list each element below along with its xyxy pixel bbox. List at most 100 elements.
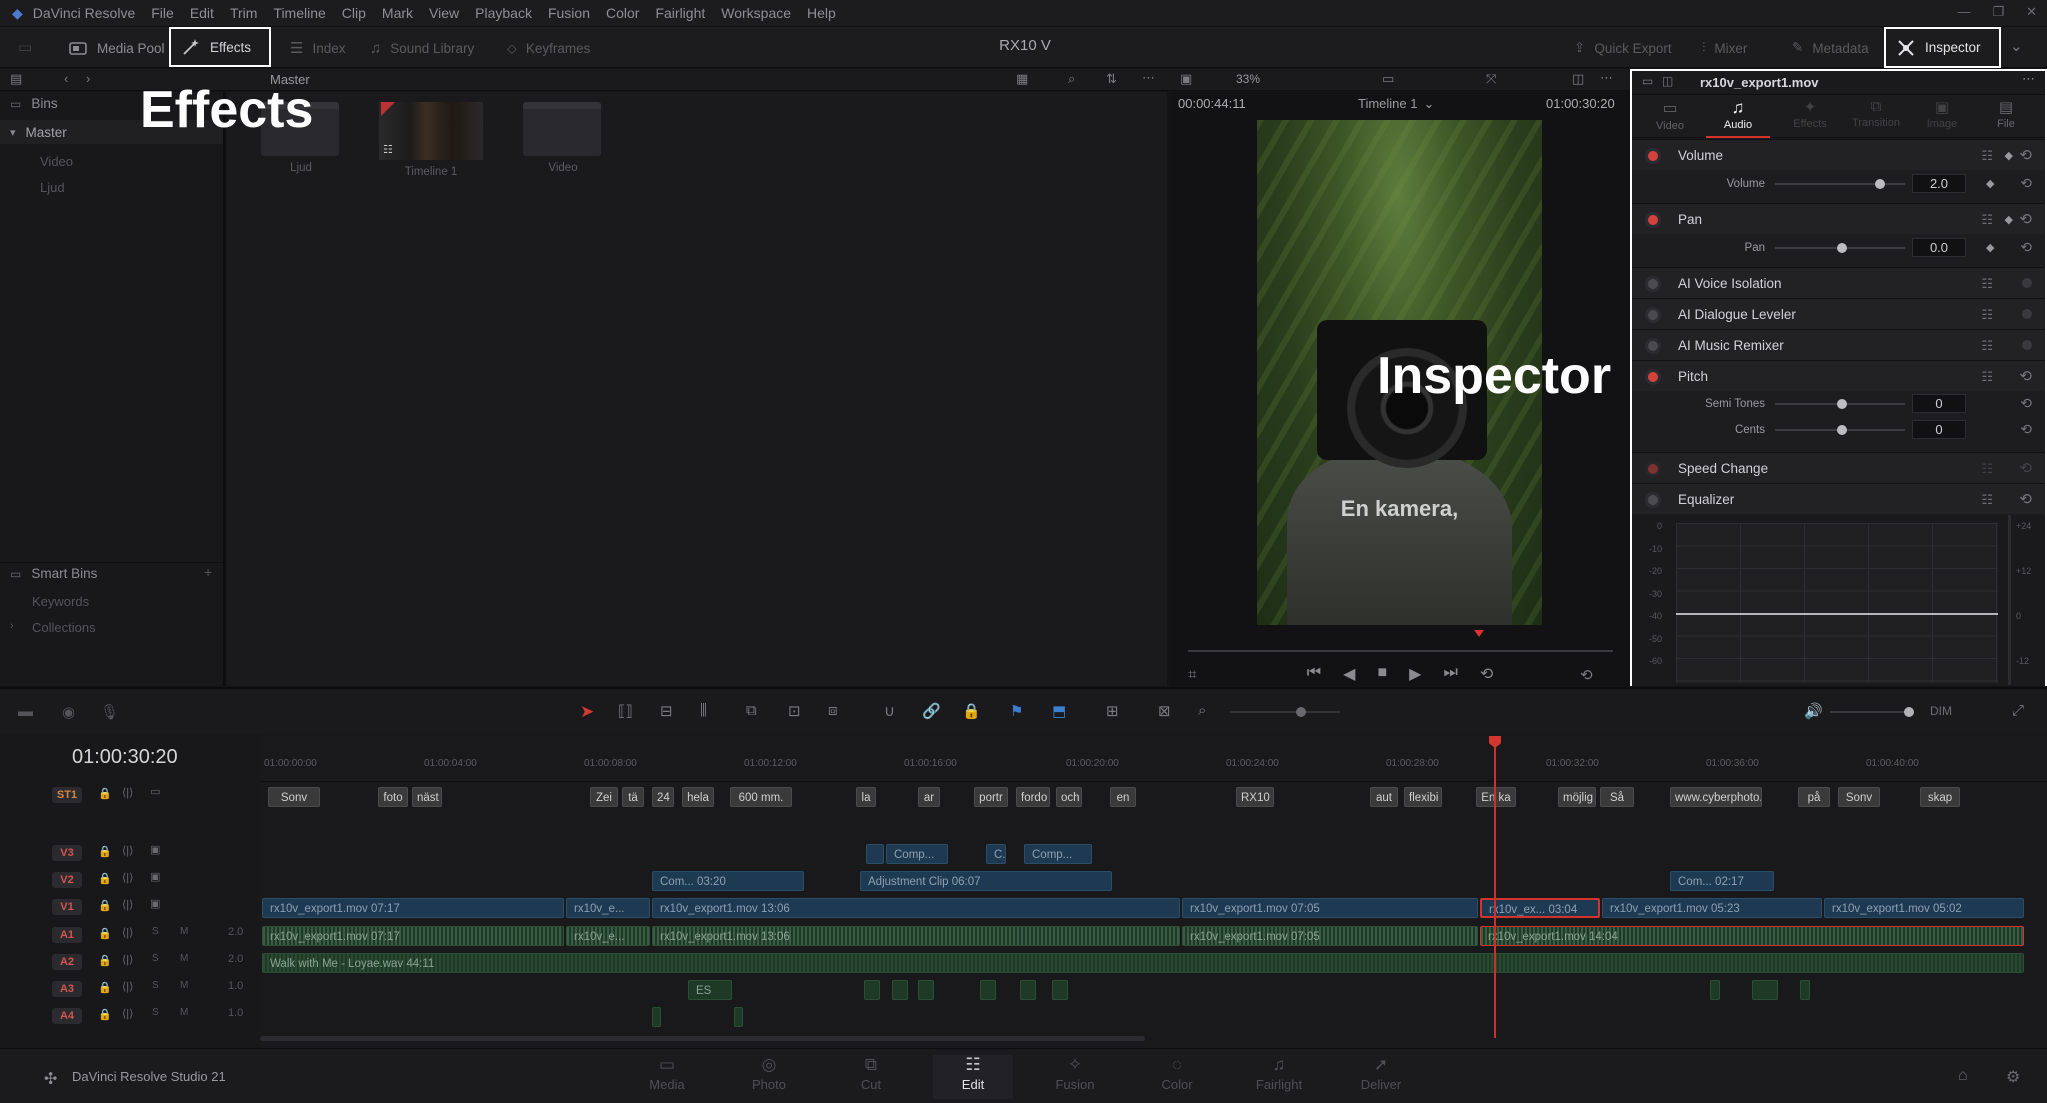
enable-toggle[interactable] bbox=[1648, 464, 1658, 474]
chevron-right-icon[interactable]: › bbox=[10, 620, 14, 632]
tab-effects[interactable]: ✦ Effects bbox=[1782, 98, 1838, 130]
keyframe-diamond-icon[interactable]: ◆ bbox=[1986, 177, 1994, 190]
tune-icon[interactable]: ☷ bbox=[1981, 148, 1993, 164]
zoom-full-icon[interactable]: ⊞ bbox=[1106, 702, 1119, 720]
sort-icon[interactable]: ⇅ bbox=[1106, 71, 1117, 87]
semitones-value[interactable]: 0 bbox=[1912, 394, 1966, 413]
subtitle-clip[interactable]: RX10 bbox=[1236, 787, 1274, 807]
compound-clip[interactable] bbox=[866, 844, 884, 864]
sfx-clip[interactable]: ES bbox=[688, 980, 732, 1000]
auto-select-icon[interactable]: ⟨|⟩ bbox=[122, 980, 133, 993]
tab-file[interactable]: ▤ File bbox=[1982, 98, 2030, 130]
sfx-clip[interactable] bbox=[1752, 980, 1778, 1000]
volume-slider[interactable] bbox=[1775, 179, 1905, 189]
audio-clip[interactable]: rx10v_export1.mov 07:05 bbox=[1182, 926, 1478, 946]
video-track-toggle-icon[interactable]: ▣ bbox=[150, 897, 160, 910]
close-window-icon[interactable]: ✕ bbox=[2026, 4, 2037, 20]
auto-select-icon[interactable]: ⟨|⟩ bbox=[122, 1007, 133, 1020]
loop-icon[interactable]: ⟲ bbox=[1480, 664, 1493, 684]
tune-icon[interactable]: ☷ bbox=[1981, 276, 1993, 292]
subtitle-clip[interactable]: aut bbox=[1370, 787, 1398, 807]
auto-select-icon[interactable]: ⟨|⟩ bbox=[122, 844, 133, 857]
music-clip[interactable]: Walk with Me - Loyae.wav 44:11 bbox=[262, 953, 2024, 973]
keyframes-button[interactable]: ⬦ Keyframes bbox=[495, 31, 602, 65]
page-fairlight[interactable]: ♫ Fairlight bbox=[1239, 1055, 1319, 1099]
sfx-clip[interactable] bbox=[652, 1007, 661, 1027]
lock-icon[interactable]: 🔒 bbox=[98, 845, 112, 858]
subtitle-clip[interactable]: möjlig bbox=[1558, 787, 1596, 807]
section-pitch[interactable]: Pitch ☷ ⟲ bbox=[1632, 360, 2045, 391]
overwrite-clip-icon[interactable]: ⊡ bbox=[788, 702, 801, 720]
tab-video[interactable]: ▭ Video bbox=[1646, 98, 1694, 132]
smart-bin-keywords[interactable]: Keywords bbox=[32, 594, 89, 609]
audio-clip[interactable]: rx10v_export1.mov 07:17 bbox=[262, 926, 564, 946]
fullscreen-icon[interactable]: ⤢ bbox=[2012, 702, 2024, 719]
zoom-level[interactable]: 33% bbox=[1236, 72, 1260, 86]
sfx-clip[interactable] bbox=[980, 980, 996, 1000]
keyframe-diamond-icon[interactable]: ◆ bbox=[2005, 149, 2013, 162]
menu-file[interactable]: File bbox=[151, 5, 174, 21]
trim-tool-icon[interactable]: ⟦⟧ bbox=[618, 702, 633, 720]
lock-icon[interactable]: 🔒 bbox=[962, 702, 981, 720]
sfx-clip[interactable] bbox=[734, 1007, 743, 1027]
subtitle-clip[interactable]: portr bbox=[974, 787, 1008, 807]
compound-clip[interactable]: Com... 02:17 bbox=[1670, 871, 1774, 891]
voiceover-mic-icon[interactable]: 🎙 bbox=[100, 703, 119, 721]
menu-edit[interactable]: Edit bbox=[190, 5, 214, 21]
more-options-icon[interactable]: ⋯ bbox=[1142, 70, 1155, 86]
subtitle-clip[interactable]: och bbox=[1056, 787, 1082, 807]
audio-track-icon[interactable]: ◉ bbox=[62, 703, 75, 721]
page-cut[interactable]: ⧉ Cut bbox=[831, 1055, 911, 1099]
settings-gear-icon[interactable]: ⚙ bbox=[2006, 1067, 2020, 1087]
eq-graph[interactable]: 0 -10 -20 -30 -40 -50 -60 +24 +12 0 -12 bbox=[1632, 515, 2045, 686]
timeline-tracks[interactable]: 01:00:00:00 01:00:04:00 01:00:08:00 01:0… bbox=[260, 734, 2047, 1048]
metadata-button[interactable]: ✎ Metadata bbox=[1780, 31, 1881, 65]
subtitle-clip[interactable]: hela bbox=[682, 787, 714, 807]
compound-clip[interactable]: Com... 03:20 bbox=[652, 871, 804, 891]
selection-tool-icon[interactable]: ➤ bbox=[580, 702, 594, 722]
minimize-window-icon[interactable]: — bbox=[1957, 4, 1970, 20]
timeline-ruler[interactable]: 01:00:00:00 01:00:04:00 01:00:08:00 01:0… bbox=[260, 742, 2047, 782]
mute-button[interactable]: M bbox=[180, 926, 188, 937]
search-icon[interactable]: ⌕ bbox=[1068, 71, 1075, 87]
auto-select-icon[interactable]: ⟨|⟩ bbox=[122, 953, 133, 966]
track-badge[interactable]: A2 bbox=[52, 954, 82, 970]
tune-icon[interactable]: ☷ bbox=[1981, 212, 1993, 228]
tab-image[interactable]: ▣ Image bbox=[1916, 98, 1968, 130]
match-frame-icon[interactable]: ⟲ bbox=[1580, 666, 1593, 684]
reset-icon[interactable]: ⟲ bbox=[2019, 367, 2032, 385]
timeline-playhead[interactable] bbox=[1494, 738, 1496, 1038]
link-icon[interactable]: 🔗 bbox=[922, 702, 941, 720]
menu-clip[interactable]: Clip bbox=[342, 5, 366, 21]
lock-icon[interactable]: 🔒 bbox=[98, 954, 112, 967]
menu-help[interactable]: Help bbox=[807, 5, 836, 21]
timeline-view-options-icon[interactable]: ▬ bbox=[18, 703, 33, 720]
solo-button[interactable]: S bbox=[152, 953, 159, 964]
dynamic-trim-icon[interactable]: ⊟ bbox=[660, 702, 673, 720]
menu-view[interactable]: View bbox=[429, 5, 459, 21]
track-badge[interactable]: V3 bbox=[52, 845, 82, 861]
tab-audio[interactable]: ♫ Audio bbox=[1706, 98, 1770, 138]
section-pan[interactable]: Pan ☷ ◆ ⟲ bbox=[1632, 203, 2045, 234]
grid-view-icon[interactable]: ▦ bbox=[1016, 71, 1028, 87]
media-clip-video[interactable]: Video bbox=[523, 102, 603, 174]
menu-color[interactable]: Color bbox=[606, 5, 639, 21]
keyframe-diamond-icon[interactable]: ◆ bbox=[1986, 241, 1994, 254]
tune-icon[interactable]: ☷ bbox=[1981, 338, 1993, 354]
split-view-icon[interactable]: ◫ bbox=[1662, 74, 1673, 88]
viewer-options-icon[interactable]: ⋯ bbox=[1600, 70, 1613, 86]
maximize-window-icon[interactable]: ❐ bbox=[1992, 4, 2004, 20]
auto-select-icon[interactable]: ⟨|⟩ bbox=[122, 786, 133, 799]
subtitle-clip[interactable]: www.cyberphoto. bbox=[1670, 787, 1762, 807]
transform-icon[interactable]: ⤧ bbox=[1486, 71, 1496, 87]
subtitle-clip[interactable]: fordo bbox=[1016, 787, 1050, 807]
menu-timeline[interactable]: Timeline bbox=[273, 5, 325, 21]
home-icon[interactable]: ⌂ bbox=[1958, 1067, 1968, 1085]
volume-icon[interactable]: 🔊 bbox=[1804, 702, 1823, 720]
auto-select-icon[interactable]: ⟨|⟩ bbox=[122, 871, 133, 884]
viewer-layout-icon[interactable]: ▣ bbox=[1180, 71, 1192, 87]
lock-icon[interactable]: 🔒 bbox=[98, 927, 112, 940]
audio-clip[interactable]: rx10v_e... bbox=[566, 926, 650, 946]
menu-fusion[interactable]: Fusion bbox=[548, 5, 590, 21]
subtitle-clip[interactable]: En ka bbox=[1476, 787, 1516, 807]
